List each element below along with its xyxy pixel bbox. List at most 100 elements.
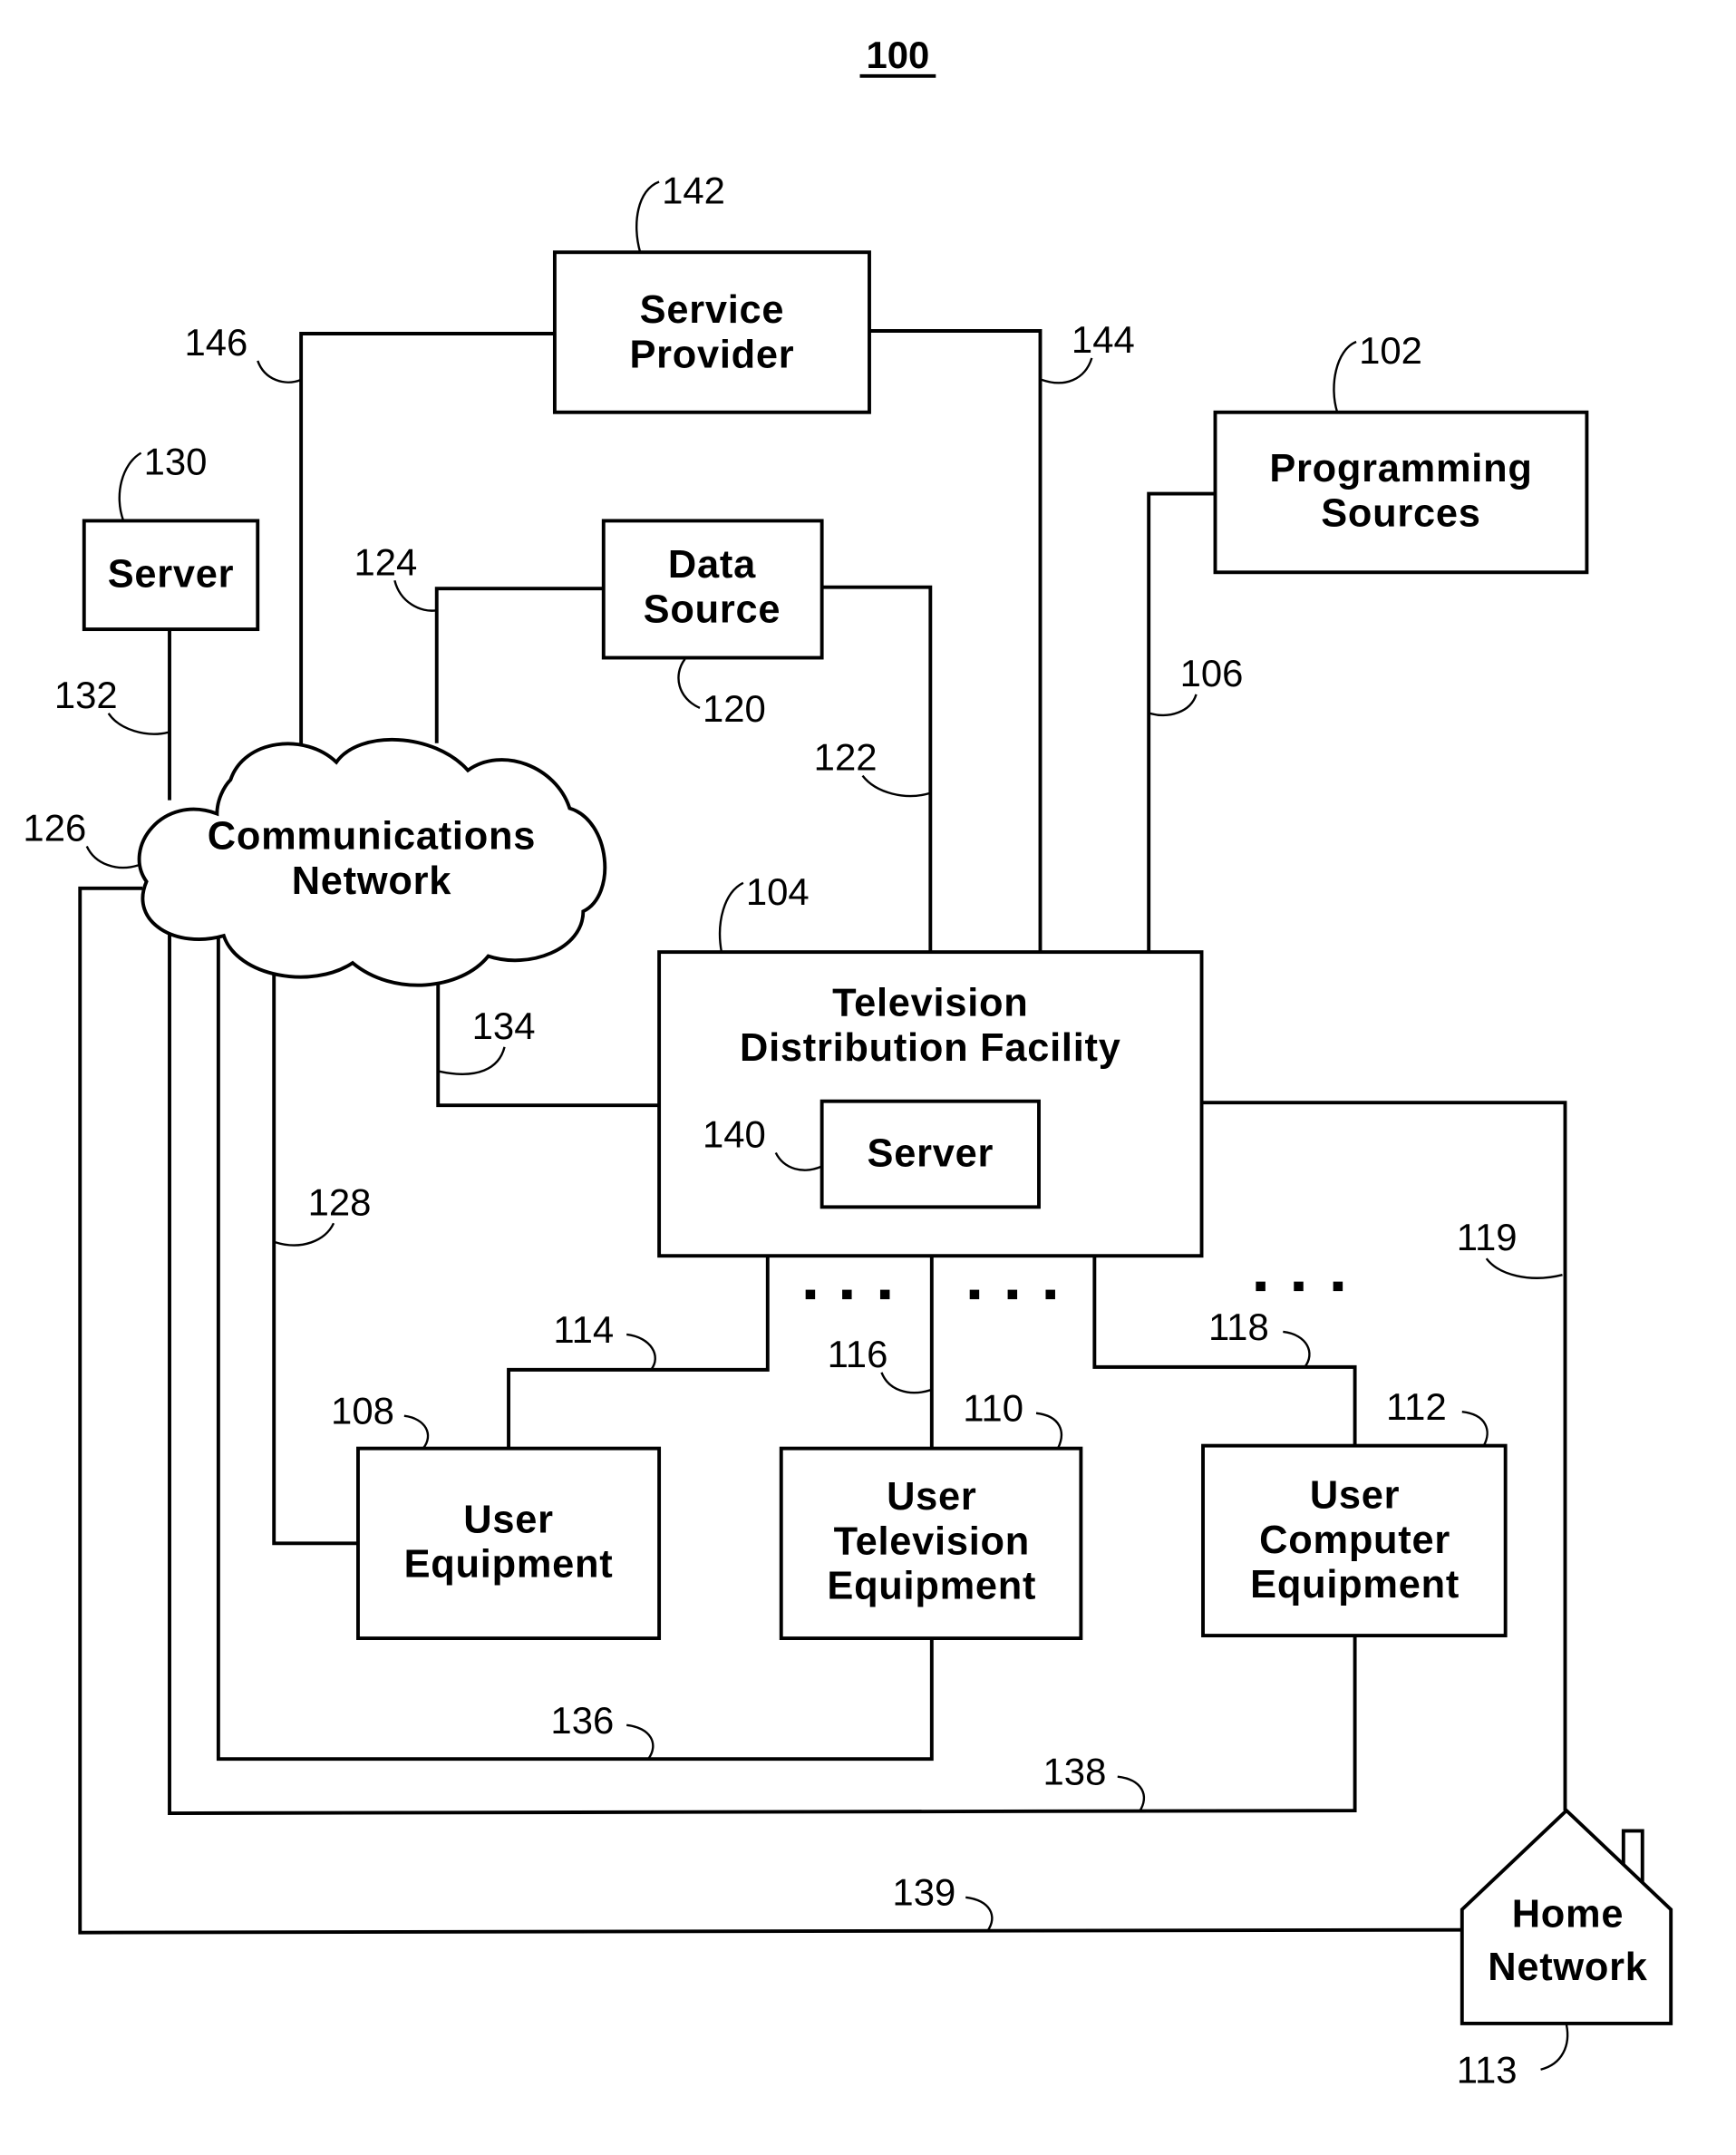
leader-116 (880, 1372, 931, 1394)
leader-106 (1149, 694, 1198, 717)
network-diagram: 100 Service Provider Programming Sources… (23, 34, 1673, 2092)
ellipsis-dot (1256, 1281, 1266, 1292)
ellipsis-dot (1294, 1281, 1304, 1292)
service-provider-node: Service Provider (552, 250, 871, 414)
ellipsis-dot (805, 1289, 816, 1300)
user-equipment-label-line1: User (463, 1498, 553, 1541)
ref-104: 104 (746, 870, 810, 913)
programming-sources-label-line2: Sources (1321, 491, 1480, 535)
ellipsis-dot (1333, 1281, 1343, 1292)
communications-network-label-line2: Network (292, 859, 452, 903)
link-128 (272, 974, 358, 1546)
programming-sources-node: Programming Sources (1213, 410, 1589, 575)
leader-144 (1041, 357, 1093, 384)
ref-126: 126 (23, 806, 86, 849)
ellipsis-dots (805, 1281, 1343, 1300)
service-provider-label-line1: Service (640, 288, 785, 332)
leader-146 (257, 360, 302, 383)
ref-110: 110 (963, 1387, 1023, 1430)
leader-128 (275, 1222, 335, 1247)
user-tv-equipment-label-line2: Television (834, 1519, 1030, 1563)
ref-114: 114 (553, 1308, 614, 1351)
server-140-label: Server (868, 1131, 994, 1175)
user-computer-equipment-label-line1: User (1310, 1473, 1400, 1517)
ref-139: 139 (892, 1871, 955, 1914)
server-130-label: Server (108, 553, 235, 597)
link-124 (434, 587, 604, 743)
leader-110 (1035, 1412, 1062, 1450)
ref-112: 112 (1386, 1385, 1447, 1428)
server-130-node: Server (82, 519, 260, 632)
leader-126 (85, 845, 139, 869)
user-computer-equipment-label-line2: Computer (1259, 1519, 1450, 1562)
ref-118: 118 (1208, 1306, 1269, 1348)
ellipsis-dot (1007, 1289, 1018, 1300)
ellipsis-dot (842, 1289, 852, 1300)
ref-138: 138 (1043, 1751, 1106, 1793)
data-source-label-line2: Source (644, 588, 781, 632)
communications-network-label-line1: Communications (208, 814, 536, 858)
link-106 (1147, 491, 1216, 953)
leader-118 (1283, 1330, 1311, 1368)
home-network-label-line1: Home (1512, 1893, 1624, 1937)
user-tv-equipment-node: User Television Equipment (779, 1446, 1083, 1641)
leader-108 (403, 1414, 430, 1450)
leader-112 (1461, 1411, 1489, 1447)
data-source-node: Data Source (601, 519, 824, 660)
communications-network-node: Communications Network (137, 738, 607, 987)
leader-102 (1333, 340, 1357, 413)
leader-124 (393, 579, 437, 612)
tv-distribution-facility-label-line2: Distribution Facility (740, 1026, 1121, 1070)
service-provider-label-line2: Provider (629, 333, 794, 376)
ref-120: 120 (703, 687, 766, 730)
leader-119 (1485, 1257, 1563, 1279)
data-source-label-line1: Data (668, 543, 756, 587)
leader-130 (118, 451, 142, 521)
leader-104 (718, 881, 744, 953)
ref-128: 128 (308, 1180, 372, 1223)
ellipsis-dot (1045, 1289, 1055, 1300)
ref-140: 140 (703, 1113, 766, 1156)
ref-119: 119 (1457, 1216, 1518, 1258)
link-118 (1092, 1256, 1357, 1446)
ref-102: 102 (1359, 329, 1422, 372)
tv-distribution-facility-node: Television Distribution Facility Server (657, 950, 1204, 1258)
user-equipment-node: User Equipment (356, 1446, 662, 1641)
ref-108: 108 (331, 1390, 394, 1432)
ref-132: 132 (54, 674, 118, 716)
ref-106: 106 (1180, 652, 1244, 694)
user-computer-equipment-node: User Computer Equipment (1201, 1443, 1508, 1638)
leader-139 (965, 1896, 994, 1932)
leader-132 (107, 713, 169, 735)
leader-114 (626, 1333, 656, 1371)
ref-124: 124 (354, 540, 417, 583)
ref-134: 134 (472, 1005, 536, 1047)
programming-sources-label-line1: Programming (1269, 447, 1532, 490)
home-network-node: Home Network (1460, 1808, 1673, 2025)
link-114 (507, 1256, 770, 1449)
leader-113 (1540, 2024, 1569, 2071)
leader-138 (1117, 1775, 1146, 1813)
ellipsis-dot (969, 1289, 980, 1300)
link-146 (299, 332, 555, 746)
ref-142: 142 (662, 169, 725, 211)
user-computer-equipment-label-line3: Equipment (1250, 1563, 1460, 1607)
ref-113: 113 (1457, 2049, 1518, 2092)
leader-136 (626, 1723, 655, 1760)
leader-122 (861, 774, 930, 798)
user-equipment-label-line2: Equipment (404, 1543, 614, 1587)
figure-number-text: 100 (866, 34, 929, 76)
link-144 (868, 329, 1043, 953)
leader-142 (635, 180, 660, 253)
tv-distribution-facility-label-line1: Television (832, 981, 1028, 1024)
ref-130: 130 (144, 441, 208, 483)
ref-136: 136 (550, 1699, 614, 1742)
user-tv-equipment-label-line1: User (887, 1475, 976, 1519)
ref-122: 122 (814, 736, 878, 779)
user-tv-equipment-label-line3: Equipment (827, 1565, 1036, 1608)
ref-146: 146 (184, 321, 247, 364)
ref-116: 116 (828, 1333, 888, 1375)
leader-134 (439, 1046, 506, 1075)
leader-120 (677, 658, 701, 709)
figure-number: 100 (859, 34, 936, 78)
